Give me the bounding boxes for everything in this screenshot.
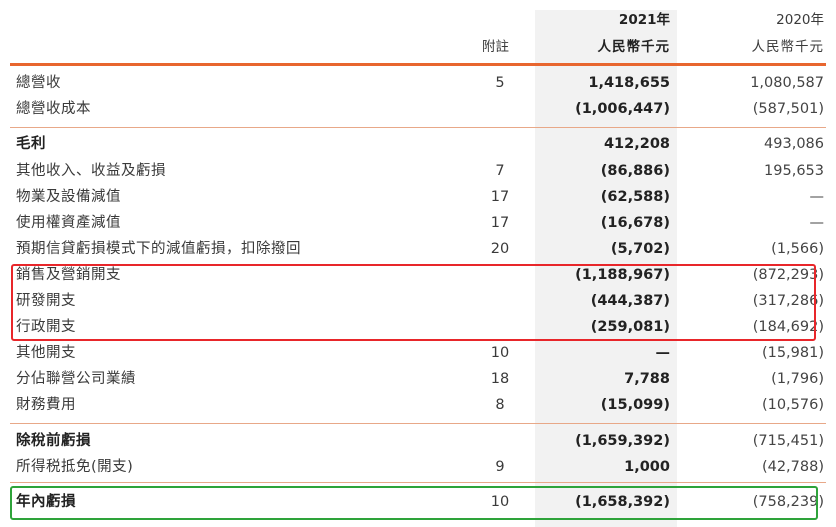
row-value-2021: (16,678)	[600, 215, 670, 231]
row-value-2021: (1,659,392)	[575, 433, 670, 449]
row-value-2020: (1,796)	[771, 371, 824, 387]
table-row: 總營收 5 1,418,655 1,080,587	[0, 70, 836, 96]
table-row: 預期信貸虧損模式下的減值虧損，扣除撥回 20 (5,702) (1,566)	[0, 236, 836, 262]
row-label: 總營收	[16, 75, 61, 91]
row-note: 9	[495, 459, 505, 475]
row-value-2020: —	[809, 189, 825, 205]
row-label: 其他收入、收益及虧損	[16, 163, 166, 179]
row-value-2020: (715,451)	[752, 433, 824, 449]
row-value-2021: 1,418,655	[588, 75, 670, 91]
row-label: 分佔聯營公司業績	[16, 371, 136, 387]
row-value-2021: 7,788	[624, 371, 670, 387]
row-value-2021: —	[655, 345, 671, 361]
expenses-highlight-box	[11, 264, 816, 341]
year-2020-header: 2020年	[776, 12, 824, 28]
row-label: 毛利	[16, 136, 46, 152]
unit-2021-header: 人民幣千元	[597, 39, 670, 55]
table-row: 使用權資產減值 17 (16,678) —	[0, 210, 836, 236]
note-column-header: 附註	[482, 39, 509, 55]
row-label: 物業及設備減值	[16, 189, 121, 205]
row-value-2020: 493,086	[764, 136, 824, 152]
row-label: 所得税抵免(開支)	[16, 459, 134, 475]
row-value-2021: 412,208	[603, 136, 670, 152]
table-row: 財務費用 8 (15,099) (10,576)	[0, 392, 836, 418]
row-value-2020: (42,788)	[761, 459, 824, 475]
row-note: 5	[495, 75, 505, 91]
row-note: 17	[490, 215, 510, 231]
row-note: 8	[495, 397, 505, 413]
row-value-2021: (62,588)	[600, 189, 670, 205]
row-note: 18	[490, 371, 510, 387]
row-value-2021: 1,000	[624, 459, 670, 475]
table-row: 物業及設備減值 17 (62,588) —	[0, 184, 836, 210]
row-value-2020: 1,080,587	[750, 75, 824, 91]
table-row: 毛利 412,208 493,086	[0, 131, 836, 157]
row-value-2020: (15,981)	[761, 345, 824, 361]
table-row: 所得税抵免(開支) 9 1,000 (42,788)	[0, 454, 836, 480]
row-label: 其他開支	[16, 345, 76, 361]
row-value-2020: (587,501)	[752, 101, 824, 117]
row-value-2021: (86,886)	[600, 163, 670, 179]
divider-annual-loss	[10, 482, 826, 483]
table-row: 其他開支 10 — (15,981)	[0, 340, 836, 366]
row-label: 總營收成本	[16, 101, 91, 117]
row-label: 除稅前虧損	[16, 433, 91, 449]
row-value-2020: (1,566)	[771, 241, 824, 257]
annual-loss-highlight-box	[10, 486, 818, 520]
table-row: 其他收入、收益及虧損 7 (86,886) 195,653	[0, 158, 836, 184]
row-note: 20	[490, 241, 510, 257]
unit-2020-header: 人民幣千元	[751, 39, 824, 55]
table-row: 除稅前虧損 (1,659,392) (715,451)	[0, 428, 836, 454]
year-2021-header: 2021年	[618, 12, 670, 28]
row-value-2021: (1,006,447)	[575, 101, 670, 117]
row-label: 預期信貸虧損模式下的減值虧損，扣除撥回	[16, 241, 301, 257]
row-note: 7	[495, 163, 505, 179]
row-label: 使用權資產減值	[16, 215, 121, 231]
row-note: 17	[490, 189, 510, 205]
header-rule	[10, 63, 826, 66]
row-value-2020: (10,576)	[761, 397, 824, 413]
row-label: 財務費用	[16, 397, 76, 413]
table-row: 總營收成本 (1,006,447) (587,501)	[0, 96, 836, 122]
divider-gross-profit	[10, 127, 826, 128]
row-value-2020: 195,653	[764, 163, 824, 179]
row-value-2021: (15,099)	[600, 397, 670, 413]
table-row: 分佔聯營公司業績 18 7,788 (1,796)	[0, 366, 836, 392]
divider-pretax-loss	[10, 423, 826, 424]
row-value-2021: (5,702)	[610, 241, 670, 257]
row-note: 10	[490, 345, 510, 361]
row-value-2020: —	[809, 215, 825, 231]
